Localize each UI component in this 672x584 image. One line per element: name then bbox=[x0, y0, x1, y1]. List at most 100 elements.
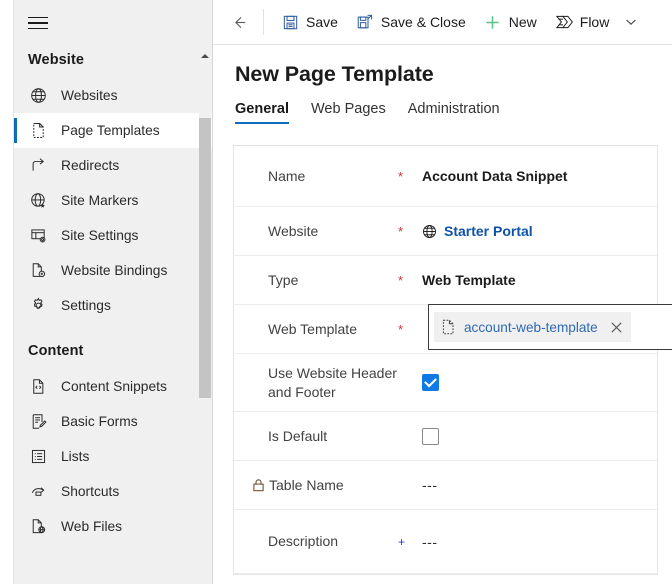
field-value-use-website-header-and-footer bbox=[422, 374, 657, 391]
website-lookup-link[interactable]: Starter Portal bbox=[444, 223, 533, 239]
sidebar-item-label: Site Markers bbox=[61, 193, 138, 208]
tab-web-pages[interactable]: Web Pages bbox=[311, 101, 386, 124]
required-marker bbox=[398, 436, 422, 437]
website-bindings-icon bbox=[28, 261, 48, 281]
command-bar: Save Save & Close bbox=[213, 0, 672, 45]
save-button[interactable]: Save bbox=[272, 6, 347, 38]
sidebar-item-label: Website Bindings bbox=[61, 263, 167, 278]
required-marker: * bbox=[398, 168, 422, 184]
form-row-is-default: Is Default bbox=[234, 412, 657, 461]
sidebar-item-page-templates[interactable]: Page Templates bbox=[14, 113, 212, 148]
field-label-type: Type bbox=[268, 271, 398, 290]
sidebar-item-website-bindings[interactable]: Website Bindings bbox=[14, 253, 212, 288]
sidebar-item-label: Lists bbox=[61, 449, 89, 464]
tab-list: General Web Pages Administration bbox=[213, 101, 672, 124]
web-template-lookup-field[interactable]: account-web-template bbox=[428, 304, 672, 350]
web-file-icon bbox=[28, 517, 48, 537]
globe-icon bbox=[28, 86, 48, 106]
checkbox-use-website-header-and-footer[interactable] bbox=[422, 374, 439, 391]
sidebar: Website Websites bbox=[0, 0, 213, 584]
sidebar-item-label: Websites bbox=[61, 88, 118, 103]
field-value-type[interactable]: Web Template bbox=[422, 272, 657, 288]
flow-button[interactable]: Flow bbox=[546, 6, 619, 38]
field-value-table-name: --- bbox=[422, 477, 657, 493]
save-and-close-button[interactable]: Save & Close bbox=[347, 6, 475, 38]
close-icon[interactable] bbox=[607, 317, 627, 337]
sidebar-item-label: Settings bbox=[61, 298, 111, 313]
hamburger-icon[interactable] bbox=[28, 15, 48, 31]
sidebar-item-label: Basic Forms bbox=[61, 414, 138, 429]
field-label-is-default: Is Default bbox=[268, 427, 398, 446]
globe-icon bbox=[422, 224, 437, 239]
lookup-pill[interactable]: account-web-template bbox=[434, 312, 631, 342]
plus-icon bbox=[484, 13, 502, 31]
sidebar-item-label: Site Settings bbox=[61, 228, 138, 243]
sidebar-item-label: Redirects bbox=[61, 158, 119, 173]
lock-icon bbox=[252, 478, 265, 492]
field-label-website: Website bbox=[268, 222, 398, 241]
sidebar-item-site-settings[interactable]: Site Settings bbox=[14, 218, 212, 253]
tab-administration[interactable]: Administration bbox=[408, 101, 500, 124]
sidebar-item-redirects[interactable]: Redirects bbox=[14, 148, 212, 183]
required-marker: * bbox=[398, 223, 422, 239]
back-arrow-icon[interactable] bbox=[221, 6, 257, 38]
field-label-web-template: Web Template bbox=[268, 320, 398, 339]
command-bar-divider bbox=[263, 9, 264, 35]
redirect-arrow-icon bbox=[28, 156, 48, 176]
sidebar-item-shortcuts[interactable]: Shortcuts bbox=[14, 474, 212, 509]
sidebar-item-websites[interactable]: Websites bbox=[14, 78, 212, 113]
code-document-icon bbox=[28, 377, 48, 397]
form-row-website: Website * Starter Portal bbox=[234, 207, 657, 256]
field-value-is-default bbox=[422, 428, 657, 445]
field-value-description[interactable]: --- bbox=[422, 534, 657, 550]
sidebar-group-website-title: Website bbox=[14, 46, 212, 78]
checkbox-is-default[interactable] bbox=[422, 428, 439, 445]
sidebar-item-label: Content Snippets bbox=[61, 379, 167, 394]
form-pencil-icon bbox=[28, 412, 48, 432]
form-row-table-name: Table Name --- bbox=[234, 461, 657, 510]
field-label-name: Name bbox=[268, 167, 398, 186]
tab-general[interactable]: General bbox=[235, 101, 289, 124]
field-label-table-name: Table Name bbox=[268, 476, 398, 495]
sidebar-item-label: Shortcuts bbox=[61, 484, 119, 499]
form-row-type: Type * Web Template bbox=[234, 256, 657, 305]
sidebar-item-label: Page Templates bbox=[61, 123, 160, 138]
page-title: New Page Template bbox=[213, 45, 672, 87]
new-button[interactable]: New bbox=[475, 6, 546, 38]
sidebar-item-content-snippets[interactable]: Content Snippets bbox=[14, 369, 212, 404]
scroll-up-arrow-icon[interactable] bbox=[199, 50, 211, 62]
chevron-down-icon[interactable] bbox=[618, 6, 644, 38]
sidebar-left-gutter bbox=[0, 0, 14, 584]
list-icon bbox=[28, 447, 48, 467]
required-marker bbox=[398, 382, 422, 383]
globe-star-icon bbox=[28, 191, 48, 211]
sidebar-item-settings[interactable]: Settings bbox=[14, 288, 212, 323]
sidebar-item-lists[interactable]: Lists bbox=[14, 439, 212, 474]
required-marker: * bbox=[398, 272, 422, 288]
sidebar-item-web-files[interactable]: Web Files bbox=[14, 509, 212, 544]
page-template-icon bbox=[28, 121, 48, 141]
sidebar-group-content-title: Content bbox=[14, 323, 212, 369]
form-row-web-template: Web Template * account-web-template bbox=[234, 305, 657, 354]
sidebar-scrollbar-thumb[interactable] bbox=[199, 118, 211, 398]
save-and-close-icon bbox=[356, 13, 374, 31]
field-value-website[interactable]: Starter Portal bbox=[422, 223, 657, 239]
save-and-close-label: Save & Close bbox=[381, 14, 466, 30]
field-label-description: Description bbox=[268, 532, 398, 551]
sidebar-nav-scroll[interactable]: Website Websites bbox=[14, 46, 212, 584]
field-value-name[interactable]: Account Data Snippet bbox=[422, 168, 657, 184]
site-settings-icon bbox=[28, 226, 48, 246]
document-icon bbox=[441, 319, 456, 335]
sidebar-item-basic-forms[interactable]: Basic Forms bbox=[14, 404, 212, 439]
form-panel: Name * Account Data Snippet Website * St… bbox=[233, 145, 658, 575]
field-label-table-name-text: Table Name bbox=[269, 476, 344, 495]
field-label-use-website-header-and-footer: Use Website Header and Footer bbox=[268, 364, 398, 402]
app-root: Website Websites bbox=[0, 0, 672, 584]
sidebar-item-site-markers[interactable]: Site Markers bbox=[14, 183, 212, 218]
flow-icon bbox=[555, 13, 573, 31]
lookup-value-text: account-web-template bbox=[464, 320, 598, 335]
sidebar-panel: Website Websites bbox=[14, 0, 212, 584]
required-marker: + bbox=[398, 534, 422, 549]
form-row-description: Description + --- bbox=[234, 510, 657, 574]
save-button-label: Save bbox=[306, 14, 338, 30]
